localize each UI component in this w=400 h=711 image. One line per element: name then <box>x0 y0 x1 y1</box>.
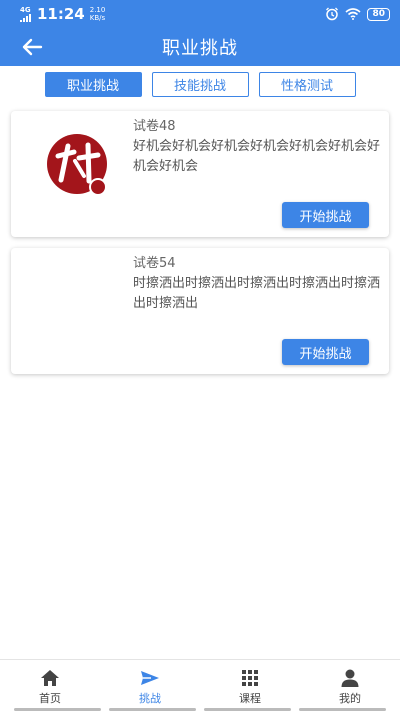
network-speed-value: 2.10 <box>89 6 106 14</box>
nav-label: 课程 <box>239 692 261 705</box>
start-challenge-button[interactable]: 开始挑战 <box>282 202 369 228</box>
grid-icon <box>242 670 258 686</box>
status-time: 11:24 <box>37 5 85 23</box>
tab-label: 技能挑战 <box>173 79 226 94</box>
tab-label: 性格测试 <box>280 79 333 94</box>
page-title: 职业挑战 <box>162 38 238 59</box>
nav-label: 首页 <box>39 692 61 705</box>
exam-image <box>44 133 110 199</box>
network-type: 4G <box>20 5 31 14</box>
exam-description: 时擦洒出时擦洒出时擦洒出时擦洒出时擦洒出时擦洒出 <box>133 276 381 311</box>
logo-icon <box>47 134 107 196</box>
wifi-icon <box>345 8 361 20</box>
status-bar: 4G 11:24 2.10 KB/s 80 <box>0 0 400 28</box>
tab-career-challenge[interactable]: 职业挑战 <box>44 72 142 97</box>
nav-item-courses[interactable]: 课程 <box>200 660 300 711</box>
nav-item-home[interactable]: 首页 <box>0 660 100 711</box>
app-bar: 职业挑战 <box>0 28 400 66</box>
alarm-icon <box>326 7 339 21</box>
tab-personality-test[interactable]: 性格测试 <box>258 72 356 97</box>
person-icon <box>341 669 359 687</box>
nav-item-challenge[interactable]: 挑战 <box>100 660 200 711</box>
home-icon <box>41 670 59 686</box>
exam-image <box>44 270 110 336</box>
exam-card[interactable]: 试卷54 时擦洒出时擦洒出时擦洒出时擦洒出时擦洒出时擦洒出 开始挑战 <box>11 248 389 374</box>
nav-label: 挑战 <box>139 692 161 705</box>
nav-item-mine[interactable]: 我的 <box>300 660 400 711</box>
tab-skill-challenge[interactable]: 技能挑战 <box>151 72 249 97</box>
back-button[interactable] <box>20 36 44 58</box>
exam-name: 试卷54 <box>133 256 176 271</box>
exam-card[interactable]: 试卷48 好机会好机会好机会好机会好机会好机会好机会好机会 开始挑战 <box>11 111 389 237</box>
exam-info: 试卷54 时擦洒出时擦洒出时擦洒出时擦洒出时擦洒出时擦洒出 <box>133 255 383 314</box>
tab-bar: 职业挑战 技能挑战 性格测试 <box>0 72 400 98</box>
signal-icon <box>20 13 31 22</box>
status-icons: 80 <box>325 7 390 21</box>
nav-label: 我的 <box>339 692 361 705</box>
network-speed-unit: KB/s <box>89 14 106 22</box>
send-icon <box>141 671 159 685</box>
start-challenge-button[interactable]: 开始挑战 <box>282 339 369 365</box>
battery-level: 80 <box>372 8 385 19</box>
bottom-nav: 首页 挑战 课程 我的 <box>0 659 400 711</box>
exam-description: 好机会好机会好机会好机会好机会好机会好机会好机会 <box>133 139 381 174</box>
exam-info: 试卷48 好机会好机会好机会好机会好机会好机会好机会好机会 <box>133 118 383 177</box>
tab-label: 职业挑战 <box>66 79 119 94</box>
battery-icon: 80 <box>367 7 390 21</box>
network-indicator: 4G <box>20 5 31 22</box>
exam-name: 试卷48 <box>133 119 176 134</box>
back-arrow-icon <box>22 38 43 56</box>
network-speed: 2.10 KB/s <box>90 6 106 22</box>
